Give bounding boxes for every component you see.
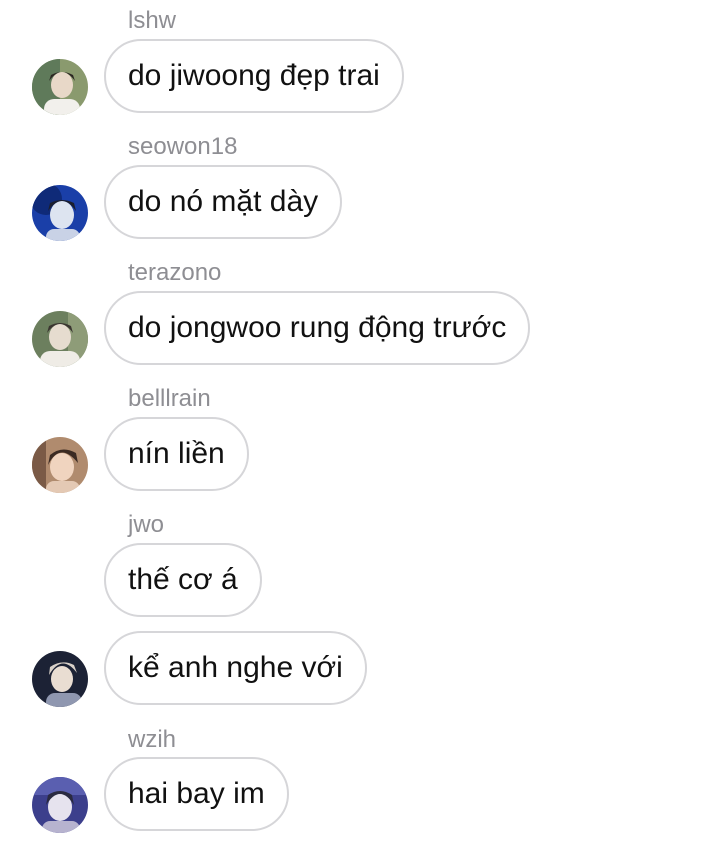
message-bubble[interactable]: kể anh nghe với	[104, 631, 367, 705]
chat-thread: lshw do jiwoong đẹp trai seowon18 do nó	[0, 0, 720, 843]
user-avatar-icon[interactable]	[32, 437, 88, 493]
sender-name[interactable]: jwo	[128, 513, 164, 537]
user-avatar-icon[interactable]	[32, 777, 88, 833]
sender-name[interactable]: lshw	[128, 9, 176, 33]
user-avatar-icon[interactable]	[32, 651, 88, 707]
user-avatar-icon[interactable]	[32, 59, 88, 115]
sender-name[interactable]: belllrain	[128, 387, 211, 411]
sender-name[interactable]: terazono	[128, 261, 221, 285]
message-bubble[interactable]: do jongwoo rung động trước	[104, 291, 531, 365]
message-bubble[interactable]: nín liền	[104, 417, 249, 491]
user-avatar-icon[interactable]	[32, 185, 88, 241]
message-bubble[interactable]: hai bay im	[104, 757, 289, 831]
message-bubble[interactable]: do nó mặt dày	[104, 165, 343, 239]
user-avatar-icon[interactable]	[32, 311, 88, 367]
message-bubble[interactable]: thế cơ á	[104, 543, 262, 617]
sender-name[interactable]: wzih	[128, 728, 176, 752]
message-bubble[interactable]: do jiwoong đẹp trai	[104, 39, 404, 113]
sender-name[interactable]: seowon18	[128, 135, 237, 159]
